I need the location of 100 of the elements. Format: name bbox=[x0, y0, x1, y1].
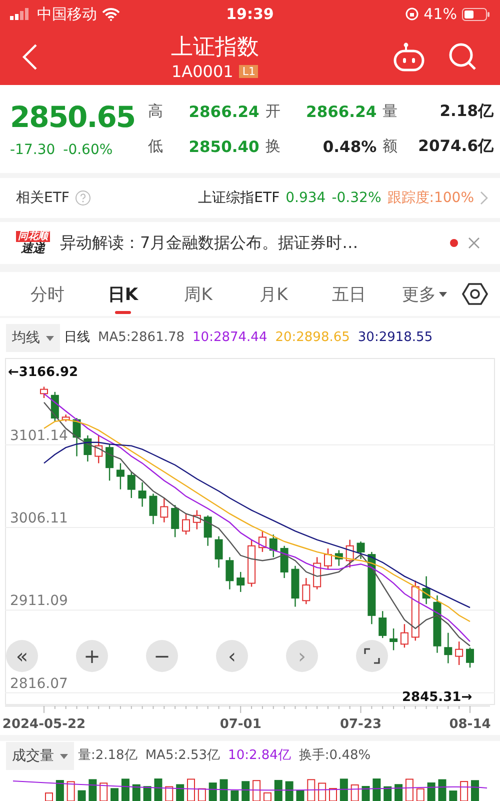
date-axis-label: 07-23 bbox=[340, 717, 382, 732]
moving-average-value: 30:2918.55 bbox=[358, 330, 433, 346]
etf-label: 相关ETF bbox=[16, 189, 70, 207]
chart-tab[interactable]: 更多 bbox=[386, 272, 462, 316]
stat-value: 2866.24 bbox=[305, 102, 377, 120]
battery-icon bbox=[462, 8, 490, 20]
candlestick bbox=[280, 546, 288, 578]
candlestick bbox=[214, 536, 223, 568]
level-badge: L1 bbox=[239, 65, 258, 78]
candlestick bbox=[94, 435, 103, 464]
search-icon[interactable] bbox=[448, 42, 478, 72]
candlestick bbox=[106, 444, 114, 481]
candlestick bbox=[455, 642, 464, 665]
stock-title: 上证指数 bbox=[171, 34, 259, 62]
candlestick bbox=[444, 632, 452, 664]
robot-icon[interactable] bbox=[392, 42, 426, 72]
tracking-degree: 跟踪度:100% bbox=[387, 189, 474, 207]
candlestick bbox=[138, 482, 146, 507]
price-axis-label: 3101.14 bbox=[10, 428, 68, 444]
stat-label: 额 bbox=[382, 137, 399, 156]
fullscreen-button[interactable] bbox=[356, 640, 388, 672]
wifi-icon bbox=[102, 8, 120, 20]
current-price: 2850.65 bbox=[10, 100, 136, 134]
candlestick bbox=[422, 576, 430, 604]
settings-icon[interactable] bbox=[462, 282, 488, 306]
close-icon[interactable] bbox=[468, 237, 480, 249]
candlestick bbox=[192, 510, 201, 530]
candlestick bbox=[433, 595, 442, 653]
candlestick bbox=[84, 435, 92, 462]
candlestick bbox=[334, 550, 343, 566]
legend-title: 日线 bbox=[64, 330, 90, 346]
moving-average-value: 10:2874.44 bbox=[192, 330, 268, 346]
candlestick bbox=[302, 578, 310, 604]
carrier-name: 中国移动 bbox=[37, 4, 97, 24]
price-change: -17.30 bbox=[10, 142, 56, 158]
date-axis-label: 07-01 bbox=[220, 717, 262, 732]
candlestick bbox=[466, 648, 474, 668]
chart-control-button[interactable]: − bbox=[146, 640, 178, 672]
volume-dropdown[interactable]: 成交量 bbox=[6, 742, 74, 770]
candlestick bbox=[248, 540, 256, 587]
stat-value: 2850.40 bbox=[188, 138, 260, 156]
percent-change: -0.60% bbox=[63, 142, 113, 158]
stat-label: 高 bbox=[148, 102, 164, 121]
candlestick bbox=[72, 418, 81, 456]
expand-icon bbox=[364, 648, 380, 664]
status-time: 19:39 bbox=[226, 5, 274, 23]
chart-control-button[interactable]: ‹ bbox=[216, 640, 248, 672]
stock-code: 1A0001 bbox=[172, 62, 234, 81]
volume-value: 量:2.18亿 bbox=[78, 748, 138, 764]
chart-tab[interactable]: 分时 bbox=[10, 272, 86, 316]
price-axis-label: 2911.09 bbox=[10, 593, 68, 610]
candlestick bbox=[258, 531, 266, 552]
candlestick bbox=[411, 580, 420, 641]
chart-tab[interactable]: 月K bbox=[236, 272, 312, 316]
candlestick bbox=[127, 472, 136, 498]
candlestick bbox=[313, 557, 322, 590]
etf-name[interactable]: 上证综指ETF bbox=[198, 189, 280, 207]
price-axis-label: 3006.11 bbox=[10, 510, 68, 526]
etf-change: -0.32% bbox=[332, 190, 382, 206]
stat-label: 开 bbox=[265, 102, 282, 121]
date-axis-label: 08-14 bbox=[449, 717, 491, 732]
date-axis-label: 2024-05-22 bbox=[2, 717, 86, 732]
stat-value: 0.48% bbox=[322, 138, 377, 156]
candlestick bbox=[236, 572, 245, 592]
candlestick bbox=[378, 611, 387, 638]
indicator-dropdown[interactable]: 均线 bbox=[6, 324, 60, 352]
chart-control-button[interactable]: + bbox=[76, 640, 108, 672]
candlestick bbox=[356, 542, 365, 559]
candlestick bbox=[291, 566, 300, 607]
battery-percent: 41% bbox=[424, 5, 457, 23]
stat-label: 换 bbox=[265, 137, 282, 156]
volume-value: 10:2.84亿 bbox=[228, 748, 291, 764]
stat-value: 2.18亿 bbox=[438, 101, 494, 122]
candlestick bbox=[226, 557, 234, 590]
etf-price: 0.934 bbox=[286, 190, 326, 206]
candlestick bbox=[149, 494, 158, 524]
volume-value: MA5:2.53亿 bbox=[145, 748, 220, 764]
chart-tab[interactable]: 周K bbox=[160, 272, 236, 316]
stat-value: 2074.6亿 bbox=[417, 136, 494, 157]
rotation-lock-icon bbox=[404, 7, 419, 21]
candlestick bbox=[324, 548, 332, 570]
chart-control-button[interactable]: « bbox=[6, 640, 38, 672]
stat-label: 量 bbox=[382, 102, 399, 121]
back-icon[interactable] bbox=[22, 42, 38, 70]
stat-label: 低 bbox=[148, 137, 164, 156]
candlestick bbox=[160, 498, 168, 522]
candlestick bbox=[116, 463, 124, 490]
caret-icon bbox=[438, 292, 447, 296]
price-axis-label: 2816.07 bbox=[10, 676, 68, 692]
chart-tab[interactable]: 五日 bbox=[311, 272, 387, 316]
candlestick bbox=[171, 504, 180, 538]
stat-value: 2866.24 bbox=[188, 102, 260, 120]
volume-value: 换手:0.48% bbox=[298, 748, 371, 764]
news-logo: 同花顺 速递 bbox=[16, 230, 50, 256]
moving-average-value: MA5:2861.78 bbox=[98, 330, 185, 346]
candlestick bbox=[62, 414, 70, 422]
moving-average-value: 20:2898.65 bbox=[275, 330, 350, 346]
chart-tab[interactable]: 日K bbox=[85, 272, 161, 316]
news-headline[interactable]: 异动解读：7月金融数据公布。据证券时… bbox=[60, 232, 440, 254]
candlestick bbox=[346, 540, 354, 568]
